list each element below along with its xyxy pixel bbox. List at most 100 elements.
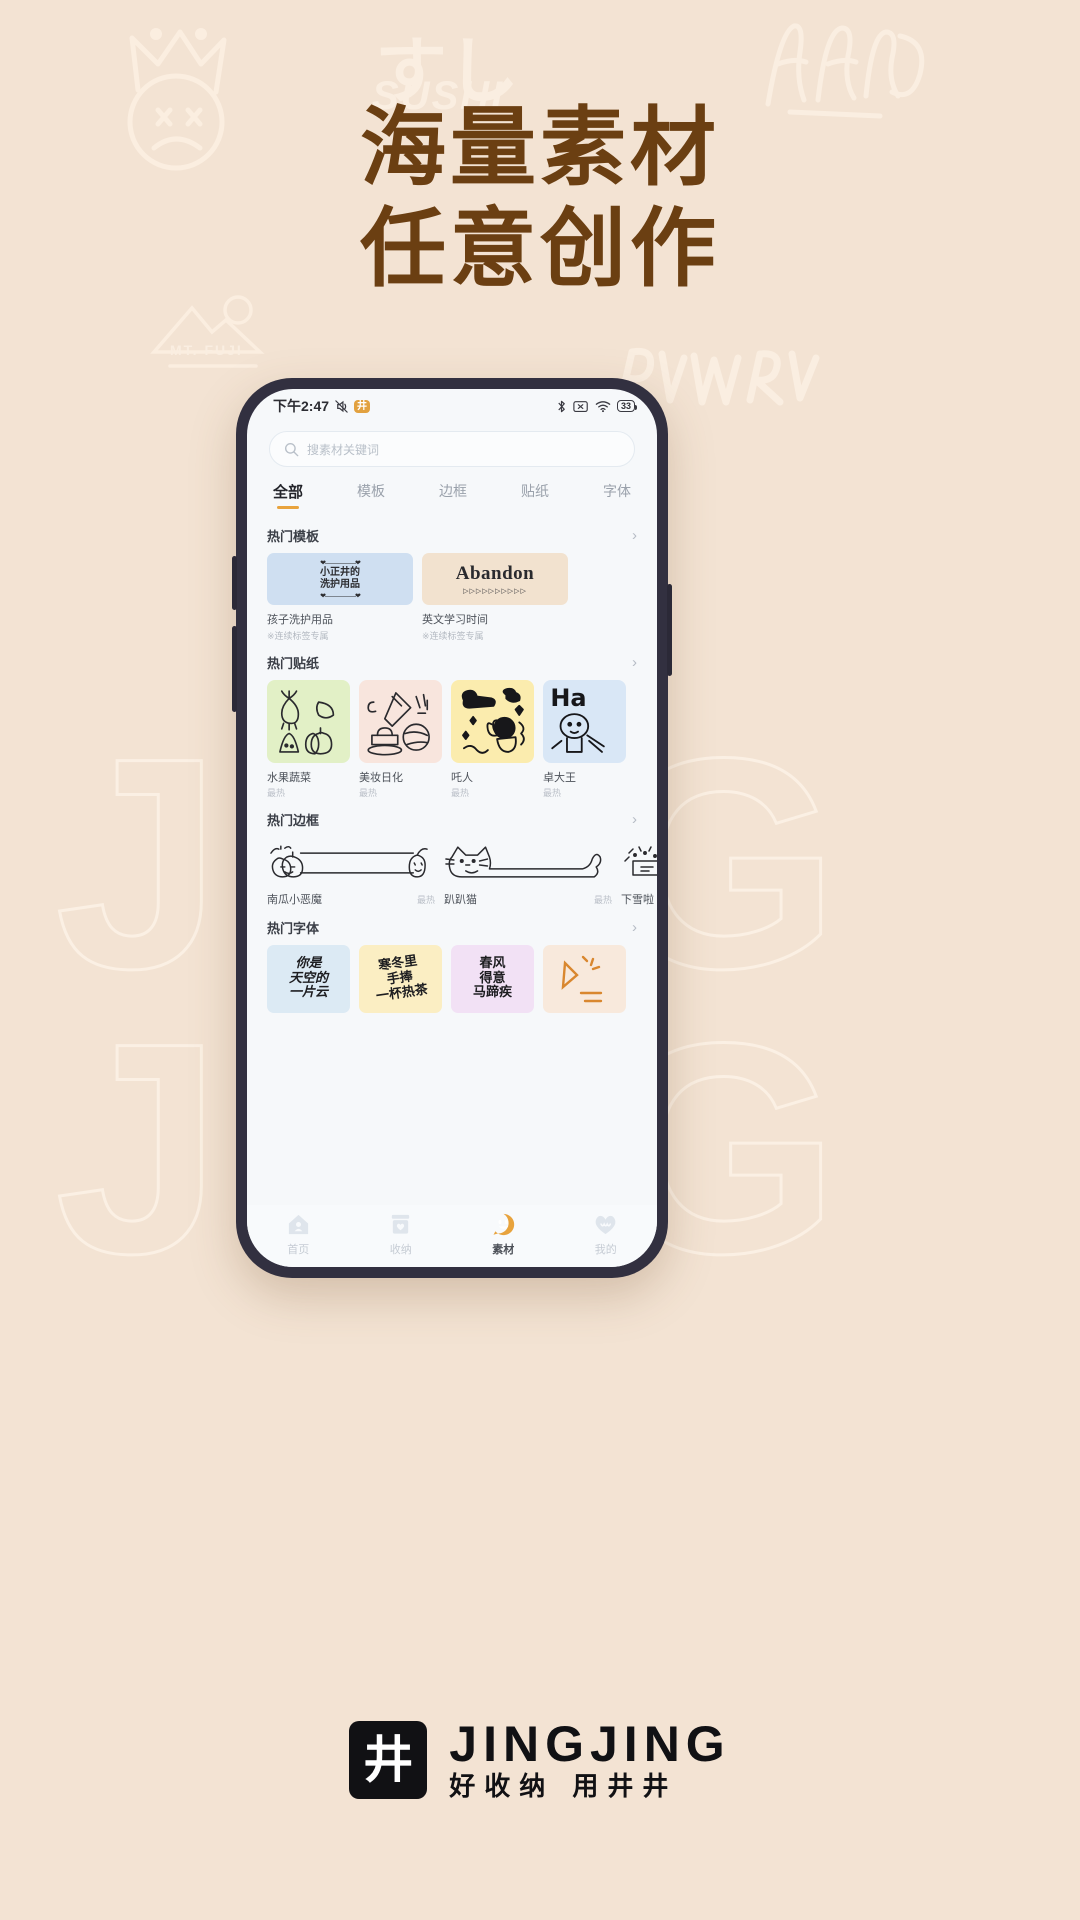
sticker-hot-badge: 最热 [267,788,286,798]
chevron-right-icon[interactable]: › [632,920,637,935]
sticker-thumbnail: Ha [543,680,626,763]
font-preview-text: 春风 得意 马蹄疾 [472,955,512,1001]
borders-row: 南瓜小恶魔 最热 趴趴猫 最热 下雪啦 [247,837,657,907]
template-name: 英文学习时间 [422,614,488,626]
border-thumbnail [444,837,612,887]
confetti-doodle [561,955,602,1003]
font-card[interactable]: 春风 得意 马蹄疾 [451,945,534,1013]
template-name: 孩子洗护用品 [267,614,333,626]
border-thumbnail [621,837,657,887]
thumb-line-1: 小正井的 [320,566,360,578]
tab-template[interactable]: 模板 [357,481,385,511]
border-card[interactable]: 趴趴猫 最热 [444,837,612,907]
chevron-right-icon[interactable]: › [632,528,637,543]
phone-power-button [667,584,672,676]
sticker-hot-badge: 最热 [451,788,470,798]
sticker-hot-badge: 最热 [359,788,378,798]
border-card[interactable]: 下雪啦 [621,837,657,907]
battery-indicator: 33 [616,400,638,412]
sticker-name: 美妆日化 [359,772,403,784]
home-icon [288,1214,308,1235]
search-placeholder: 搜素材关键词 [307,442,380,457]
mountain-fuji-doodle [150,295,265,368]
fruits-vegetables-doodle [279,690,335,755]
thumb-triangles-deco: ▷▷▷▷▷▷▷▷▷▷ [463,588,527,595]
thumb-text: Abandon [455,563,535,584]
section-title-borders: 热门边框 [267,813,320,828]
border-card[interactable]: 南瓜小恶魔 最热 [267,837,435,907]
sticker-thumbnail [451,680,534,763]
thumb-line-2: 洗护用品 [320,579,360,590]
character-doodle [461,687,525,754]
section-header-fonts: 热门字体 › [247,907,657,945]
section-title-templates: 热门模板 [267,529,320,544]
nav-label-home: 首页 [287,1244,310,1256]
cosmetics-doodle [367,692,430,756]
nav-label-mine: 我的 [594,1244,617,1256]
template-card[interactable]: ❤—————❤ 小正井的 洗护用品 ❤—————❤ 孩子洗护用品 ※连续标签专属 [267,553,413,642]
phone-mockup: 下午2:47 井 33 搜素材关键词 全部 模板 边框 贴纸 字体 热门模板 ›… [232,378,672,1278]
stickers-row: 水果蔬菜 最热 美妆日化 最热 吒人 最热 Ha 卓大王 最热 [247,680,657,799]
headline-line-2: 任意创作 [360,199,720,300]
smiley-icon [493,1213,514,1236]
font-card[interactable] [543,945,626,1013]
section-header-stickers: 热门贴纸 › [247,642,657,680]
font-preview-text: 寒冬里 手捧 一杯热茶 [375,953,430,1004]
tab-font[interactable]: 字体 [603,481,631,511]
template-subtitle: ※连续标签专属 [267,631,329,641]
tab-border[interactable]: 边框 [439,481,467,511]
border-name: 下雪啦 [621,894,654,906]
sticker-hot-badge: 最热 [543,788,562,798]
box-heart-icon [392,1214,410,1234]
chevron-right-icon[interactable]: › [632,812,637,827]
chevron-right-icon[interactable]: › [632,655,637,670]
section-header-borders: 热门边框 › [247,799,657,837]
tab-sticker[interactable]: 贴纸 [521,481,549,511]
app-notification-badge: 井 [354,399,371,413]
ha-character-doodle: Ha [550,684,605,753]
sticker-card[interactable]: 美妆日化 最热 [359,680,442,799]
mt-fuji-label: MT. FUJI [170,342,243,358]
sticker-name: 水果蔬菜 [267,772,311,784]
font-thumbnail: 春风 得意 马蹄疾 [451,945,534,1013]
search-icon [284,442,299,456]
font-thumbnail: 你是 天空的 一片云 [267,945,350,1013]
border-thumbnail [267,837,435,887]
sticker-thumbnail [359,680,442,763]
sticker-card[interactable]: 水果蔬菜 最热 [267,680,350,799]
font-card[interactable]: 你是 天空的 一片云 [267,945,350,1013]
nav-item-storage[interactable]: 收纳 [366,1212,436,1257]
sticker-name: 卓大王 [543,772,576,784]
material-list[interactable]: 热门模板 › ❤—————❤ 小正井的 洗护用品 ❤—————❤ 孩子洗护用品 … [247,511,657,1205]
fonts-row: 你是 天空的 一片云 寒冬里 手捧 一杯热茶 春风 得意 马蹄疾 [247,945,657,1013]
template-card[interactable]: Abandon ▷▷▷▷▷▷▷▷▷▷ 英文学习时间 ※连续标签专属 [422,553,568,642]
nav-item-materials[interactable]: 素材 [468,1212,538,1257]
sim-off-icon [573,400,588,412]
section-header-templates: 热门模板 › [247,515,657,553]
section-title-stickers: 热门贴纸 [267,656,320,671]
nav-item-home[interactable]: 首页 [263,1212,333,1257]
font-card[interactable]: 寒冬里 手捧 一杯热茶 [359,945,442,1013]
brand-footer: 井 JINGJING 好收纳 用井井 [0,1719,1080,1800]
brand-name-en: JINGJING [449,1716,731,1772]
headline-line-1: 海量素材 [360,98,720,198]
heart-icon [595,1215,616,1235]
section-title-fonts: 热门字体 [267,921,320,936]
sticker-card[interactable]: 吒人 最热 [451,680,534,799]
mute-icon [335,399,348,413]
tab-all[interactable]: 全部 [273,481,303,511]
sticker-card[interactable]: Ha 卓大王 最热 [543,680,626,799]
search-input[interactable]: 搜素材关键词 [269,431,635,467]
border-hot-badge: 最热 [416,895,435,905]
thumb-deco-top: ❤—————❤ [320,559,361,567]
nav-label-storage: 收纳 [389,1244,412,1256]
font-thumbnail [543,945,626,1013]
status-time: 下午2:47 [273,398,330,414]
nav-item-mine[interactable]: 我的 [571,1212,641,1257]
sticker-thumbnail [267,680,350,763]
thumb-deco-bottom: ❤—————❤ [320,592,361,600]
template-thumbnail: ❤—————❤ 小正井的 洗护用品 ❤—————❤ [267,553,413,605]
border-hot-badge: 最热 [593,895,612,905]
font-thumbnail: 寒冬里 手捧 一杯热茶 [359,945,442,1013]
search-section: 搜素材关键词 [247,423,657,477]
